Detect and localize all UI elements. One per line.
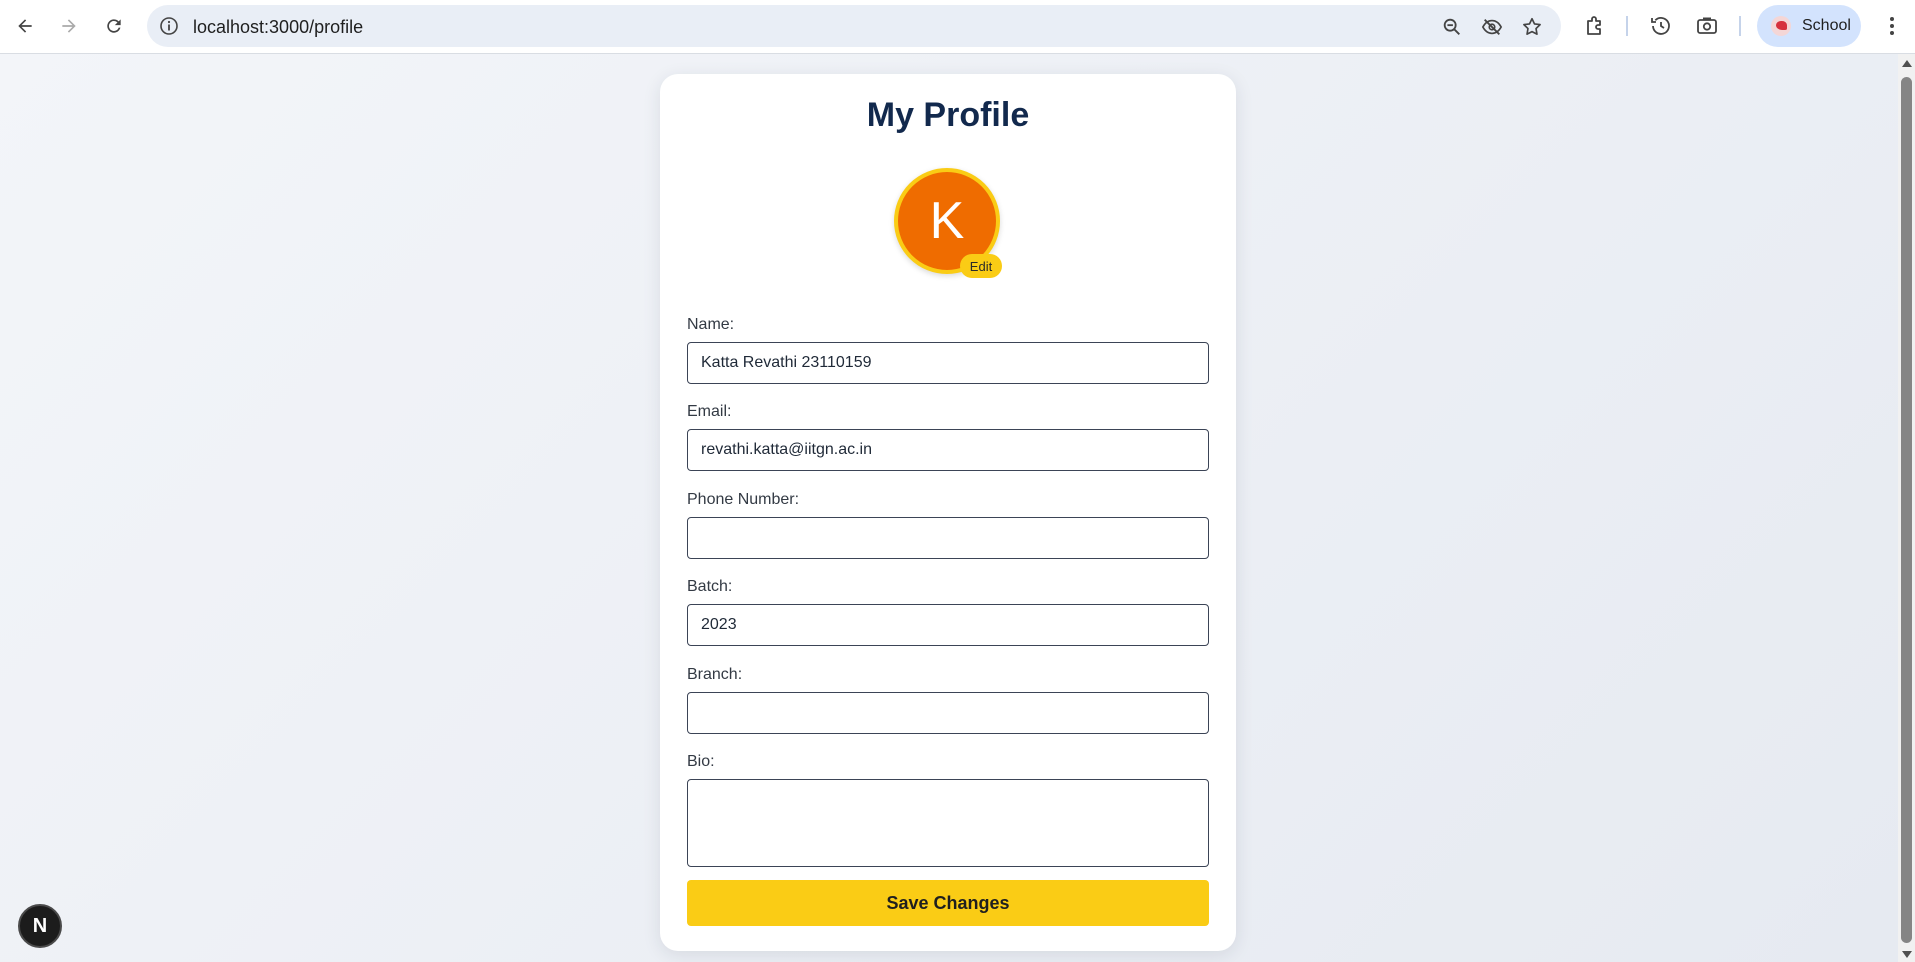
phone-field[interactable] (687, 517, 1209, 559)
branch-label: Branch: (687, 666, 743, 683)
screenshot-icon[interactable] (1695, 14, 1719, 38)
forward-button[interactable] (54, 11, 84, 41)
batch-field[interactable] (687, 604, 1209, 646)
branch-field[interactable] (687, 692, 1209, 734)
toolbar-separator (1626, 16, 1628, 36)
profile-name: School (1802, 17, 1851, 34)
zoom-icon[interactable] (1441, 16, 1463, 38)
scrollbar-thumb[interactable] (1901, 77, 1912, 943)
profile-button[interactable]: School (1757, 5, 1861, 47)
browser-toolbar: localhost:3000/profile School (0, 0, 1915, 54)
email-field[interactable] (687, 429, 1209, 471)
bio-label: Bio: (687, 753, 715, 770)
site-info-icon[interactable] (159, 16, 179, 36)
scroll-up-arrow-icon[interactable] (1902, 60, 1912, 67)
toolbar-separator (1739, 16, 1741, 36)
vertical-scrollbar[interactable] (1898, 54, 1915, 962)
batch-label: Batch: (687, 578, 733, 595)
page-title: My Profile (866, 96, 1030, 134)
forward-arrow-icon (62, 19, 76, 33)
avatar-edit-button[interactable]: Edit (960, 254, 1002, 278)
extensions-icon[interactable] (1583, 14, 1607, 38)
phone-label: Phone Number: (687, 491, 800, 508)
url-text[interactable]: localhost:3000/profile (193, 17, 363, 38)
history-icon[interactable] (1649, 14, 1673, 38)
dev-badge-letter: N (32, 914, 48, 937)
bio-field[interactable] (687, 779, 1209, 867)
scroll-down-arrow-icon[interactable] (1902, 951, 1912, 958)
reload-icon (107, 19, 121, 33)
page-background: My Profile K Edit Name: Email: Phone Num… (0, 54, 1898, 962)
back-button[interactable] (10, 11, 40, 41)
eye-off-icon[interactable] (1481, 16, 1503, 38)
name-label: Name: (687, 316, 735, 333)
address-bar[interactable]: localhost:3000/profile (147, 5, 1561, 47)
profile-avatar-icon (1771, 16, 1791, 36)
back-arrow-icon (18, 19, 32, 33)
name-field[interactable] (687, 342, 1209, 384)
dev-tools-badge[interactable]: N (18, 904, 62, 948)
menu-dots-icon[interactable] (1880, 14, 1904, 38)
avatar-initial: K (929, 192, 965, 250)
reload-button[interactable] (99, 11, 129, 41)
save-button[interactable]: Save Changes (687, 880, 1209, 926)
star-icon[interactable] (1521, 16, 1543, 38)
profile-card: My Profile K Edit Name: Email: Phone Num… (660, 74, 1236, 951)
email-label: Email: (687, 403, 732, 420)
